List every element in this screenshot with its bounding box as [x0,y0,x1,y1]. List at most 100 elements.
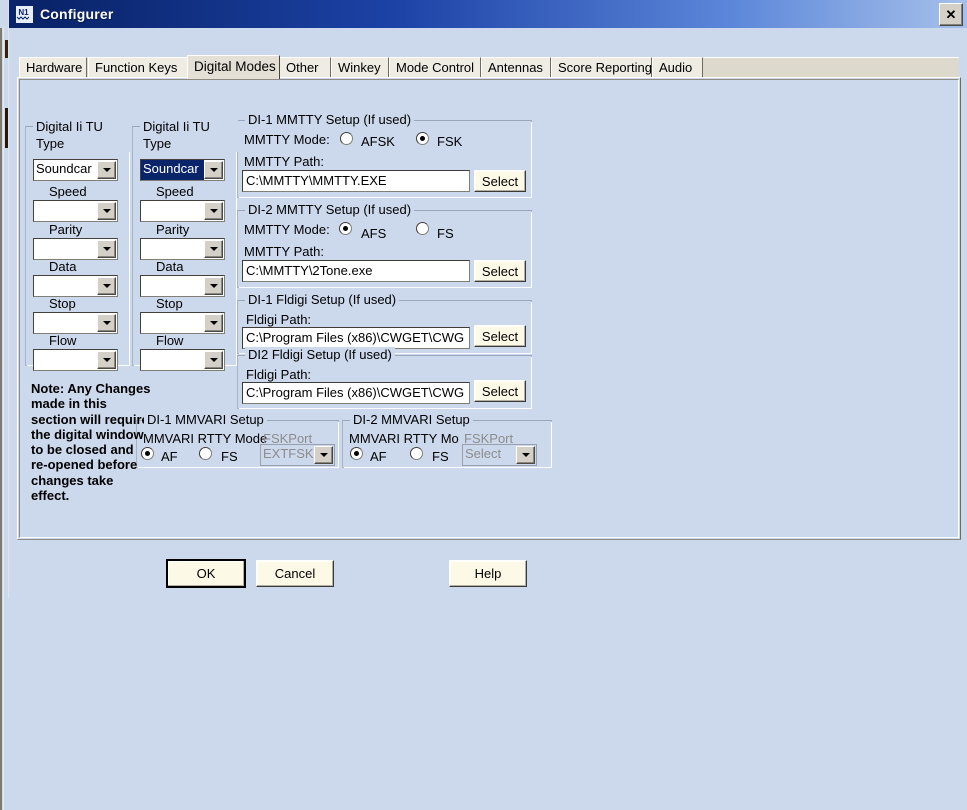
di2-fldigi-select-button[interactable]: Select [474,380,526,402]
tab-hardware[interactable]: Hardware [19,57,87,77]
di1-mmtty-setup-group: DI-1 MMTTY Setup (If used) MMTTY Mode: A… [237,112,532,198]
di1-mmvari-fskport-combo[interactable]: EXTFSK [260,444,335,466]
di1-mmtty-fsk-label: FSK [437,134,463,149]
configurer-window: N1 Configurer ✕ Hardware Function Keys D… [8,0,967,598]
chevron-down-icon[interactable] [97,314,116,332]
tab-antennas[interactable]: Antennas [481,57,551,77]
chevron-down-icon[interactable] [314,446,333,464]
tab-audio[interactable]: Audio [652,57,703,77]
digital-2-tu-type-value: Soundcar [141,160,204,180]
digital-2-tu-type-combo[interactable]: Soundcar [140,159,225,181]
chevron-down-icon[interactable] [97,161,116,179]
di2-mmvari-mode-label: MMVARI RTTY Mo [349,431,459,446]
tab-digital-modes[interactable]: Digital Modes [187,55,280,79]
di1-mmvari-fs-radio[interactable] [199,447,212,460]
digital-1-tu-type-legend: Digital Ii TU Type [33,118,131,152]
digital-modes-note: Note: Any Changes made in this section w… [31,381,151,504]
di2-mmtty-fsk-radio[interactable] [416,222,429,235]
desktop-edge-highlight [3,28,4,810]
di2-mmtty-afsk-label: AFS [361,226,387,241]
di2-fldigi-legend: DI2 Fldigi Setup (If used) [245,347,395,362]
digital-1-flow-value [34,350,97,370]
chevron-down-icon[interactable] [204,161,223,179]
digital-2-flow-combo[interactable] [140,349,225,371]
help-button[interactable]: Help [449,560,527,587]
chevron-down-icon[interactable] [97,240,116,258]
digital-2-speed-value [141,201,204,221]
digital-1-data-label: Data [49,259,77,274]
chevron-down-icon[interactable] [97,202,116,220]
chevron-down-icon[interactable] [516,446,535,464]
digital-1-parity-combo[interactable] [33,238,118,260]
digital-1-speed-combo[interactable] [33,200,118,222]
di2-mmtty-afsk-radio[interactable] [339,222,352,235]
di2-fldigi-path-label: Fldigi Path: [246,367,312,382]
di2-mmvari-af-label: AF [370,449,387,464]
digital-1-parity-value [34,239,97,259]
di1-mmtty-select-button[interactable]: Select [474,170,526,192]
digital-2-speed-label: Speed [156,184,194,199]
digital-1-stop-combo[interactable] [33,312,118,334]
di1-mmvari-af-label: AF [161,449,178,464]
di1-mmvari-legend: DI-1 MMVARI Setup [144,412,267,427]
chevron-down-icon[interactable] [97,351,116,369]
digital-2-data-combo[interactable] [140,275,225,297]
di1-fldigi-select-button[interactable]: Select [474,325,526,347]
di2-mmvari-fs-radio[interactable] [410,447,423,460]
digital-2-speed-combo[interactable] [140,200,225,222]
di2-mmvari-setup-group: DI-2 MMVARI Setup MMVARI RTTY Mo FSKPort… [342,412,552,468]
di2-mmvari-fs-label: FS [432,449,449,464]
close-icon[interactable]: ✕ [939,2,963,26]
di2-mmvari-legend: DI-2 MMVARI Setup [350,412,473,427]
tab-mode-control[interactable]: Mode Control [389,57,481,77]
di1-mmtty-legend: DI-1 MMTTY Setup (If used) [245,112,415,127]
digital-2-data-label: Data [156,259,184,274]
digital-2-parity-combo[interactable] [140,238,225,260]
chevron-down-icon[interactable] [204,351,223,369]
di1-fldigi-path-input[interactable]: C:\Program Files (x86)\CWGET\CWG [242,327,470,349]
di2-mmtty-path-input[interactable]: C:\MMTTY\2Tone.exe [242,260,470,282]
di2-mmtty-mode-label: MMTTY Mode: [244,222,330,237]
digital-2-flow-value [141,350,204,370]
chevron-down-icon[interactable] [97,277,116,295]
digital-1-tu-type-combo[interactable]: Soundcar [33,159,118,181]
di1-fldigi-path-label: Fldigi Path: [246,312,312,327]
di1-mmtty-afsk-radio[interactable] [340,132,353,145]
di2-mmvari-fskport-combo[interactable]: Select [462,444,537,466]
chevron-down-icon[interactable] [204,314,223,332]
tab-winkey[interactable]: Winkey [331,57,389,77]
tab-function-keys[interactable]: Function Keys [88,57,188,77]
title-bar[interactable]: N1 Configurer ✕ [9,0,967,28]
di2-mmtty-select-button[interactable]: Select [474,260,526,282]
cancel-button[interactable]: Cancel [256,560,334,587]
tab-other[interactable]: Other [279,57,331,77]
digital-1-data-combo[interactable] [33,275,118,297]
digital-1-tu-type-group: Digital Ii TU Type Soundcar Speed Parity… [25,118,131,371]
digital-1-parity-label: Parity [49,222,83,237]
chevron-down-icon[interactable] [204,202,223,220]
digital-1-data-value [34,276,97,296]
digital-1-tu-type-value: Soundcar [36,161,92,176]
chevron-down-icon[interactable] [204,240,223,258]
tab-score-reporting[interactable]: Score Reporting [551,57,652,77]
di2-fldigi-path-input[interactable]: C:\Program Files (x86)\CWGET\CWG [242,382,470,404]
di1-mmvari-setup-group: DI-1 MMVARI Setup MMVARI RTTY Mode FSKPo… [136,412,339,468]
di1-mmtty-path-input[interactable]: C:\MMTTY\MMTTY.EXE [242,170,470,192]
digital-2-parity-value [141,239,204,259]
di2-mmvari-fskport-value: Select [465,446,502,461]
di1-mmvari-fs-label: FS [221,449,238,464]
ok-button[interactable]: OK [167,560,245,587]
di1-mmtty-fsk-radio[interactable] [416,132,429,145]
digital-2-parity-label: Parity [156,222,190,237]
di1-mmtty-path-label: MMTTY Path: [244,154,324,169]
n1mm-logo-icon: N1 [15,4,34,24]
di1-mmtty-mode-label: MMTTY Mode: [244,132,330,147]
di2-mmtty-legend: DI-2 MMTTY Setup (If used) [245,202,415,217]
di2-mmvari-af-radio[interactable] [350,447,363,460]
chevron-down-icon[interactable] [204,277,223,295]
digital-2-data-value [141,276,204,296]
digital-2-stop-combo[interactable] [140,312,225,334]
digital-2-tu-type-group: Digital Ii TU Type Soundcar Speed Parity… [132,118,238,371]
digital-1-flow-combo[interactable] [33,349,118,371]
digital-2-stop-value [141,313,204,333]
